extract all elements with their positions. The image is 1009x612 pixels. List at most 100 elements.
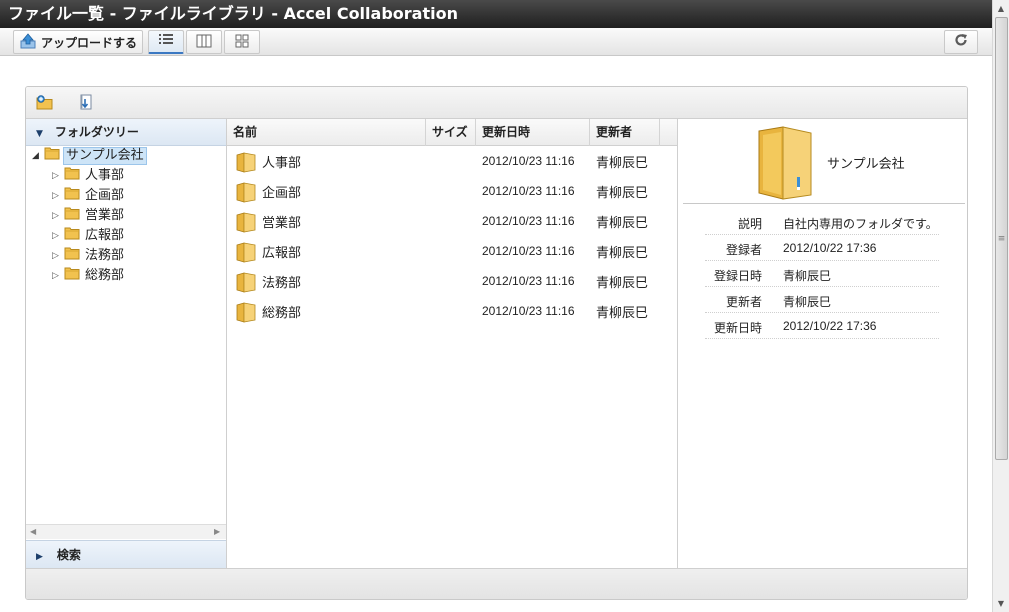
tree-item-jinji[interactable]: ▷ 人事部 [52,166,126,186]
details-pane: サンプル会社 説明 自社内専用のフォルダです。登録者 2012/10/22 17:3… [679,119,967,568]
tree-collapsed-icon[interactable]: ▷ [52,266,64,286]
list-view-button[interactable] [148,30,184,54]
tree-horizontal-scrollbar[interactable]: ◀ ▶ [26,524,226,539]
tree-collapsed-icon[interactable]: ▷ [52,166,64,186]
file-name[interactable]: 総務部 [262,302,301,321]
property-key: 説明 [737,217,762,231]
tree-item-homu[interactable]: ▷ 法務部 [52,246,126,266]
file-row[interactable]: 法務部 2012/10/23 11:16 青柳辰巳 [227,266,677,296]
tree-expanded-icon[interactable]: ◢ [32,146,44,166]
details-folder-name: サンプル会社 [827,157,905,172]
tree-collapsed-icon[interactable]: ▷ [52,246,64,266]
file-updated-at: 2012/10/23 11:16 [482,304,575,318]
tree-collapsed-icon[interactable]: ▷ [52,186,64,206]
folder-icon [236,211,256,236]
tree-item-eigyo[interactable]: ▷ 営業部 [52,206,126,226]
property-value: 青柳辰巳 [783,295,832,309]
column-header-updated-by[interactable]: 更新者 [590,119,660,146]
tree-collapsed-icon[interactable]: ▷ [52,226,64,246]
property-value: 青柳辰巳 [783,269,832,283]
property-row: 登録者 2012/10/22 17:36 [705,235,939,261]
property-key: 登録者 [725,243,762,257]
file-updated-by: 青柳辰巳 [596,215,649,231]
file-updated-at: 2012/10/23 11:16 [482,274,575,288]
property-value: 2012/10/22 17:36 [783,319,877,333]
thumbnail-view-button[interactable] [224,30,260,54]
refresh-icon [954,33,968,51]
folder-icon [236,241,256,266]
property-key: 更新日時 [713,321,762,335]
tree-item-label: 営業部 [85,208,125,223]
file-list-pane: 名前 サイズ 更新日時 更新者 人事部 2012/10/23 11:16 青柳辰巳企… [227,119,678,568]
tree-item-somu[interactable]: ▷ 総務部 [52,266,126,286]
tree-item-label: 法務部 [85,248,125,263]
property-key: 登録日時 [713,269,762,283]
tree-item-label: サンプル会社 [63,147,147,165]
property-row: 登録日時 青柳辰巳 [705,261,939,287]
folder-icon [236,271,256,296]
file-updated-at: 2012/10/23 11:16 [482,244,575,258]
property-row: 説明 自社内専用のフォルダです。 [705,209,939,235]
file-row[interactable]: 企画部 2012/10/23 11:16 青柳辰巳 [227,176,677,206]
folder-icon [236,151,256,176]
page-scrollbar[interactable]: ▲ ≡ ▼ [992,0,1009,612]
scroll-right-arrow-icon[interactable]: ▶ [214,527,220,536]
file-updated-at: 2012/10/23 11:16 [482,214,575,228]
list-view-icon [158,33,174,50]
new-folder-icon[interactable] [36,93,54,111]
scroll-up-arrow-icon[interactable]: ▲ [993,0,1009,16]
column-header-size[interactable]: サイズ [426,119,476,146]
column-header-updated-at[interactable]: 更新日時 [476,119,590,146]
tree-item-label: 企画部 [85,188,125,203]
scroll-left-arrow-icon[interactable]: ◀ [30,527,36,536]
window-title: ファイル一覧 - ファイルライブラリ - Accel Collaboration [0,0,992,28]
tree-item-root[interactable]: ◢ サンプル会社 [32,146,147,166]
thumbnail-view-icon [234,34,250,51]
tree-item-kikaku[interactable]: ▷ 企画部 [52,186,126,206]
panel-action-bar [26,87,967,119]
file-name[interactable]: 営業部 [262,212,301,231]
column-view-icon [196,34,212,51]
file-name[interactable]: 広報部 [262,242,301,261]
scrollbar-thumb[interactable]: ≡ [995,17,1008,460]
tree-item-label: 総務部 [85,268,125,283]
panel-footer [26,568,967,599]
property-value: 自社内専用のフォルダです。 [783,217,938,231]
file-list-header: 名前 サイズ 更新日時 更新者 [227,119,677,146]
folder-tree-pane: ▼ フォルダツリー ◢ サンプル会社 ▷ 人事部 ▷ 企画部 ▷ 営業部 ▷ 広… [26,119,227,568]
property-row: 更新者 青柳辰巳 [705,287,939,313]
column-view-button[interactable] [186,30,222,54]
column-header-name[interactable]: 名前 [227,119,426,146]
refresh-button[interactable] [944,30,978,54]
folder-tree-header[interactable]: ▼ フォルダツリー [26,119,226,146]
file-name[interactable]: 法務部 [262,272,301,291]
property-row: 更新日時 2012/10/22 17:36 [705,313,939,339]
tree-item-koho[interactable]: ▷ 広報部 [52,226,126,246]
folder-icon [64,265,80,288]
file-updated-by: 青柳辰巳 [596,185,649,201]
file-updated-by: 青柳辰巳 [596,155,649,171]
tree-collapsed-icon[interactable]: ▷ [52,206,64,226]
file-name[interactable]: 企画部 [262,182,301,201]
tree-item-label: 人事部 [85,168,125,183]
large-folder-icon [753,125,817,204]
file-name[interactable]: 人事部 [262,152,301,171]
upload-file-icon[interactable] [76,93,94,111]
details-divider [683,203,965,204]
property-key: 更新者 [725,295,762,309]
file-row[interactable]: 総務部 2012/10/23 11:16 青柳辰巳 [227,296,677,326]
folder-tree-title: フォルダツリー [54,125,139,139]
property-value: 2012/10/22 17:36 [783,241,877,255]
collapse-triangle-icon: ▼ [36,129,43,139]
file-row[interactable]: 人事部 2012/10/23 11:16 青柳辰巳 [227,146,677,176]
scroll-down-arrow-icon[interactable]: ▼ [993,595,1009,611]
upload-button[interactable]: アップロードする [13,30,143,54]
search-title: 検索 [56,548,81,562]
search-header[interactable]: ▶ 検索 [26,540,226,568]
file-updated-by: 青柳辰巳 [596,245,649,261]
file-updated-by: 青柳辰巳 [596,305,649,321]
folder-icon [236,181,256,206]
file-row[interactable]: 広報部 2012/10/23 11:16 青柳辰巳 [227,236,677,266]
file-row[interactable]: 営業部 2012/10/23 11:16 青柳辰巳 [227,206,677,236]
file-updated-at: 2012/10/23 11:16 [482,184,575,198]
